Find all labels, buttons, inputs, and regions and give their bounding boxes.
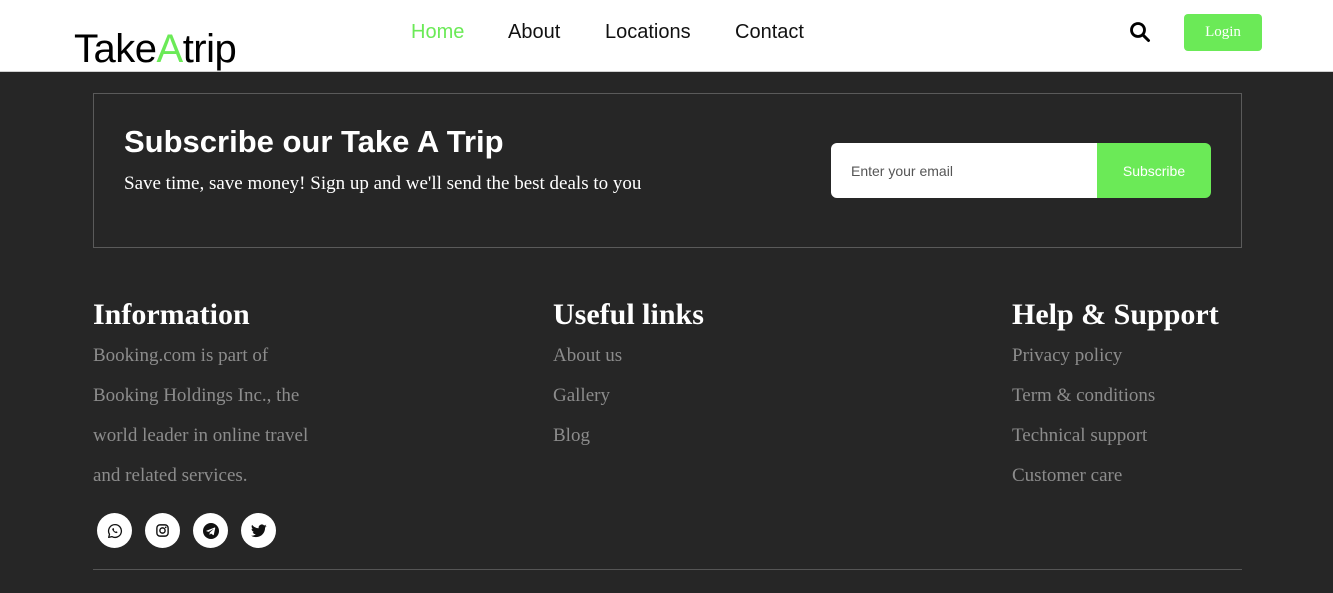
whatsapp-icon[interactable] (97, 513, 132, 548)
instagram-icon[interactable] (145, 513, 180, 548)
information-heading: Information (93, 298, 250, 331)
useful-links-heading: Useful links (553, 298, 704, 331)
login-button[interactable]: Login (1184, 14, 1262, 51)
information-line: Booking.com is part of (93, 345, 269, 366)
nav-home[interactable]: Home (411, 18, 464, 46)
useful-links-column: Useful links About us Gallery Blog (553, 296, 704, 456)
email-input[interactable] (831, 143, 1097, 198)
twitter-icon[interactable] (241, 513, 276, 548)
subscribe-form: Subscribe (831, 143, 1211, 198)
nav-about[interactable]: About (508, 18, 560, 46)
search-icon[interactable] (1129, 21, 1151, 43)
nav-contact[interactable]: Contact (735, 18, 804, 46)
help-support-list: Privacy policy Term & conditions Technic… (1012, 336, 1219, 496)
information-text: Booking.com is part of Booking Holdings … (93, 336, 333, 496)
link-about-us[interactable]: About us (553, 336, 704, 376)
link-gallery[interactable]: Gallery (553, 376, 704, 416)
footer-divider (93, 569, 1242, 570)
telegram-icon[interactable] (193, 513, 228, 548)
nav-locations[interactable]: Locations (605, 18, 691, 46)
information-line: and related services. (93, 465, 248, 486)
help-support-heading: Help & Support (1012, 298, 1219, 331)
site-header: TakeAtrip Home About Locations Contact L… (0, 0, 1333, 72)
subscribe-button[interactable]: Subscribe (1097, 143, 1211, 198)
link-terms-conditions[interactable]: Term & conditions (1012, 376, 1219, 416)
subscribe-description: Save time, save money! Sign up and we'll… (124, 173, 642, 194)
subscribe-section: Subscribe our Take A Trip Save time, sav… (93, 93, 1242, 248)
link-blog[interactable]: Blog (553, 416, 704, 456)
information-column: Information Booking.com is part of Booki… (93, 296, 333, 496)
link-customer-care[interactable]: Customer care (1012, 456, 1219, 496)
link-privacy-policy[interactable]: Privacy policy (1012, 336, 1219, 376)
help-support-column: Help & Support Privacy policy Term & con… (1012, 296, 1219, 496)
information-line: Booking Holdings Inc., the (93, 385, 300, 406)
social-links (97, 513, 276, 548)
useful-links-list: About us Gallery Blog (553, 336, 704, 456)
link-technical-support[interactable]: Technical support (1012, 416, 1219, 456)
subscribe-title: Subscribe our Take A Trip (124, 124, 504, 159)
information-line: world leader in online travel (93, 425, 309, 446)
